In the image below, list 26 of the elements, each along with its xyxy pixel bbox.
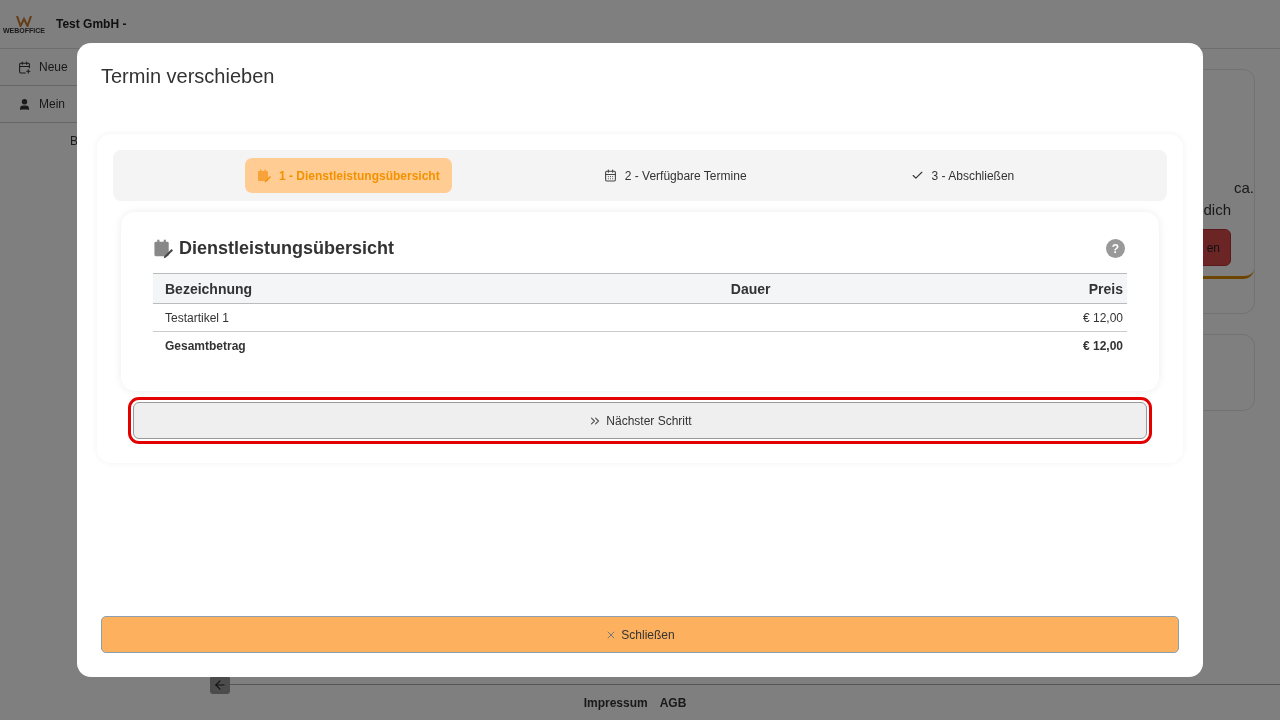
calendar-plus-icon bbox=[18, 60, 31, 74]
table-cell: Testartikel 1 bbox=[153, 303, 621, 332]
footer-link[interactable]: AGB bbox=[659, 695, 687, 710]
table-cell: € 12,00 bbox=[872, 331, 1127, 359]
card-text: dich bbox=[1203, 200, 1231, 220]
footer-link[interactable]: Impressum bbox=[583, 695, 648, 710]
section-title: Dienstleistungsübersicht bbox=[179, 238, 395, 259]
card-text: ca. bbox=[1234, 178, 1254, 198]
step-tab[interactable]: 2 - Verfügbare Termine bbox=[591, 158, 759, 193]
company-name: Test GmbH - bbox=[56, 17, 127, 31]
calendar-edit-icon bbox=[153, 238, 173, 259]
column-header: Preis bbox=[872, 273, 1127, 304]
dialog-title: Termin verschieben bbox=[101, 64, 276, 89]
column-header: Bezeichnung bbox=[153, 273, 621, 304]
step-tab[interactable]: 3 - Abschließen bbox=[898, 158, 1027, 193]
column-header: Dauer bbox=[620, 273, 873, 304]
user-icon bbox=[18, 97, 31, 111]
check-icon bbox=[910, 169, 924, 182]
table-cell: € 12,00 bbox=[872, 303, 1127, 332]
logo-icon bbox=[16, 14, 32, 27]
table-cell: Gesamtbetrag bbox=[153, 331, 621, 359]
page-text: B bbox=[70, 134, 78, 150]
calendar-edit-icon bbox=[257, 168, 271, 183]
help-icon[interactable]: ? bbox=[1106, 239, 1125, 258]
close-button[interactable]: Schließen bbox=[101, 616, 1179, 653]
calendar-icon bbox=[603, 169, 617, 182]
